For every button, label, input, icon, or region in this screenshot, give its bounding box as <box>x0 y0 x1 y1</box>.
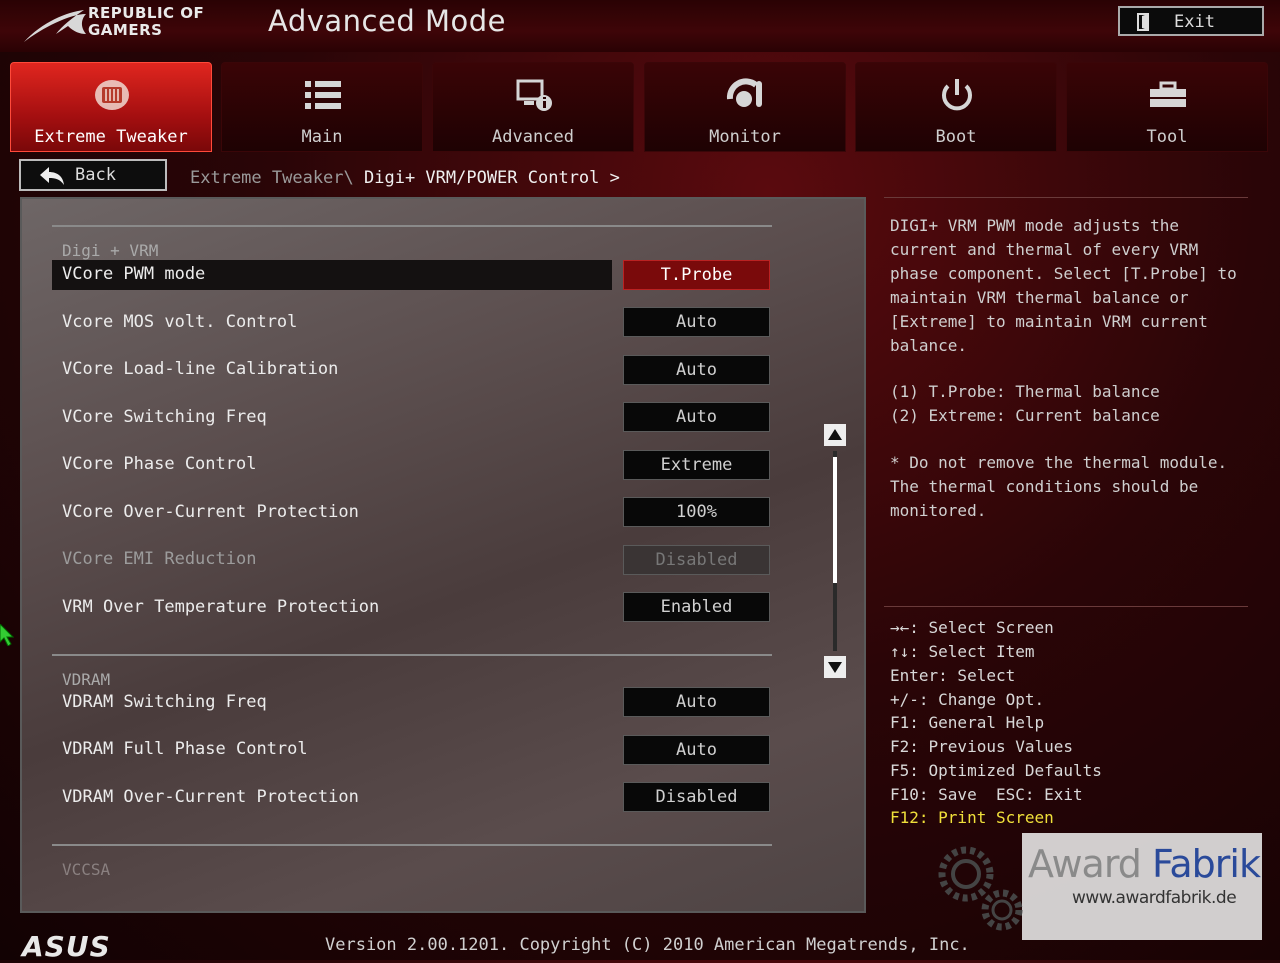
section-label-digi-vrm: Digi + VRM <box>62 241 159 260</box>
key-hint: +/-: Change Opt. <box>890 690 1045 709</box>
tab-boot[interactable]: Boot <box>855 62 1057 152</box>
section-divider <box>52 225 772 227</box>
setting-label-vdram-ocp[interactable]: VDRAM Over-Current Protection <box>62 787 359 807</box>
setting-value-vcore-mos-volt[interactable]: Auto <box>623 307 770 337</box>
setting-label-vcore-llc[interactable]: VCore Load-line Calibration <box>62 359 338 379</box>
tab-label: Monitor <box>709 127 781 147</box>
tab-extreme-tweaker[interactable]: Extreme Tweaker <box>10 62 212 152</box>
breadcrumb-parent[interactable]: Extreme Tweaker\ <box>190 168 364 188</box>
help-divider-keys <box>884 606 1248 607</box>
back-arrow-icon <box>40 167 64 185</box>
setting-label-vcore-phase-control[interactable]: VCore Phase Control <box>62 454 256 474</box>
back-label: Back <box>75 165 116 185</box>
setting-value-vcore-phase-control[interactable]: Extreme <box>623 450 770 480</box>
exit-door-icon <box>1137 13 1149 31</box>
setting-label-vcore-emi: VCore EMI Reduction <box>62 549 257 569</box>
advanced-settings-icon <box>516 79 552 111</box>
breadcrumb: Extreme Tweaker\ Digi+ VRM/POWER Control… <box>190 168 620 188</box>
key-hint: Enter: Select <box>890 666 1016 685</box>
key-hint: F10: Save ESC: Exit <box>890 785 1083 804</box>
setting-label-vdram-full-phase[interactable]: VDRAM Full Phase Control <box>62 739 308 759</box>
help-description: DIGI+ VRM PWM mode adjusts the current a… <box>890 216 1237 355</box>
scrollbar-thumb[interactable] <box>833 457 837 583</box>
key-hint: F2: Previous Values <box>890 737 1074 756</box>
setting-label-vcore-pwm-mode[interactable]: VCore PWM mode <box>62 264 205 284</box>
tab-monitor[interactable]: Monitor <box>644 62 846 152</box>
setting-label-vrm-otp[interactable]: VRM Over Temperature Protection <box>62 597 379 617</box>
setting-value-vcore-llc[interactable]: Auto <box>623 355 770 385</box>
list-icon <box>305 81 341 109</box>
exit-button[interactable]: Exit <box>1118 6 1264 36</box>
setting-value-vcore-switching-freq[interactable]: Auto <box>623 402 770 432</box>
watermark-url: www.awardfabrik.de <box>1072 888 1237 908</box>
help-note: * Do not remove the thermal module. The … <box>890 453 1228 520</box>
toolbox-icon <box>1150 81 1186 107</box>
section-divider <box>52 844 772 846</box>
help-options: (1) T.Probe: Thermal balance (2) Extreme… <box>890 382 1160 425</box>
section-label-vdram: VDRAM <box>62 670 111 689</box>
back-button[interactable]: Back <box>19 159 167 191</box>
asus-logo: ASUS <box>22 930 111 963</box>
tweaker-icon <box>95 80 129 110</box>
watermark-title-a: Award <box>1028 842 1152 886</box>
setting-label-vdram-switching-freq[interactable]: VDRAM Switching Freq <box>62 692 267 712</box>
tab-label: Main <box>301 127 343 147</box>
mouse-cursor-icon <box>0 624 14 646</box>
tab-main[interactable]: Main <box>221 62 423 152</box>
settings-panel: Digi + VRM VCore PWM mode T.Probe Vcore … <box>20 197 866 913</box>
tab-tool[interactable]: Tool <box>1066 62 1268 152</box>
key-hint: ↑↓: Select Item <box>890 642 1035 661</box>
tab-label: Boot <box>935 127 977 147</box>
scroll-down-icon[interactable] <box>824 656 846 678</box>
setting-value-vcore-pwm-mode[interactable]: T.Probe <box>623 260 770 290</box>
setting-value-vrm-otp[interactable]: Enabled <box>623 592 770 622</box>
header-bar: REPUBLIC OF GAMERS Advanced Mode Exit <box>0 0 1280 52</box>
help-divider-top <box>884 197 1248 198</box>
setting-label-vcore-switching-freq[interactable]: VCore Switching Freq <box>62 407 267 427</box>
brand-line-1: REPUBLIC OF <box>88 4 205 22</box>
setting-value-vdram-ocp[interactable]: Disabled <box>623 782 770 812</box>
setting-value-vcore-ocp[interactable]: 100% <box>623 497 770 527</box>
setting-value-vdram-switching-freq[interactable]: Auto <box>623 687 770 717</box>
breadcrumb-current: Digi+ VRM/POWER Control > <box>364 168 620 188</box>
key-hint-print-screen: F12: Print Screen <box>890 808 1054 827</box>
power-icon <box>942 79 972 111</box>
brand-text: REPUBLIC OF GAMERS <box>88 5 204 39</box>
key-hint: F1: General Help <box>890 713 1045 732</box>
scroll-up-icon[interactable] <box>824 424 846 446</box>
setting-value-vcore-emi: Disabled <box>623 545 770 575</box>
section-label-vccsa: VCCSA <box>62 860 111 879</box>
tab-advanced[interactable]: Advanced <box>432 62 634 152</box>
page-title: Advanced Mode <box>268 4 506 38</box>
exit-label: Exit <box>1174 12 1215 32</box>
brand-line-2: GAMERS <box>88 21 163 39</box>
footer-version: Version 2.00.1201. Copyright (C) 2010 Am… <box>325 935 970 955</box>
tab-label: Advanced <box>492 127 574 147</box>
tab-label: Extreme Tweaker <box>34 127 188 147</box>
tab-label: Tool <box>1146 127 1188 147</box>
watermark-title-b: Fabrik <box>1151 842 1261 886</box>
key-hint: →←: Select Screen <box>890 618 1054 637</box>
setting-value-vdram-full-phase[interactable]: Auto <box>623 735 770 765</box>
setting-label-vcore-ocp[interactable]: VCore Over-Current Protection <box>62 502 359 522</box>
section-divider <box>52 654 772 656</box>
gears-icon <box>938 846 1023 931</box>
watermark-title: Award Fabrik <box>1028 842 1261 886</box>
monitor-icon <box>726 78 762 107</box>
key-hint: F5: Optimized Defaults <box>890 761 1102 780</box>
setting-label-vcore-mos-volt[interactable]: Vcore MOS volt. Control <box>62 312 297 332</box>
